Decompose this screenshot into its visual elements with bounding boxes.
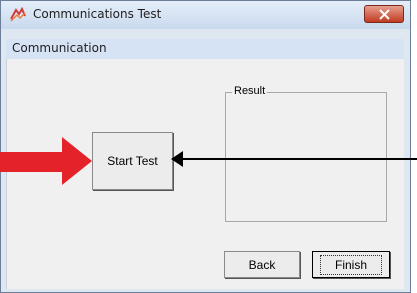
annotation-overlay: [0, 137, 417, 185]
black-arrow-icon: [171, 151, 417, 167]
red-arrow-icon: [0, 137, 92, 185]
